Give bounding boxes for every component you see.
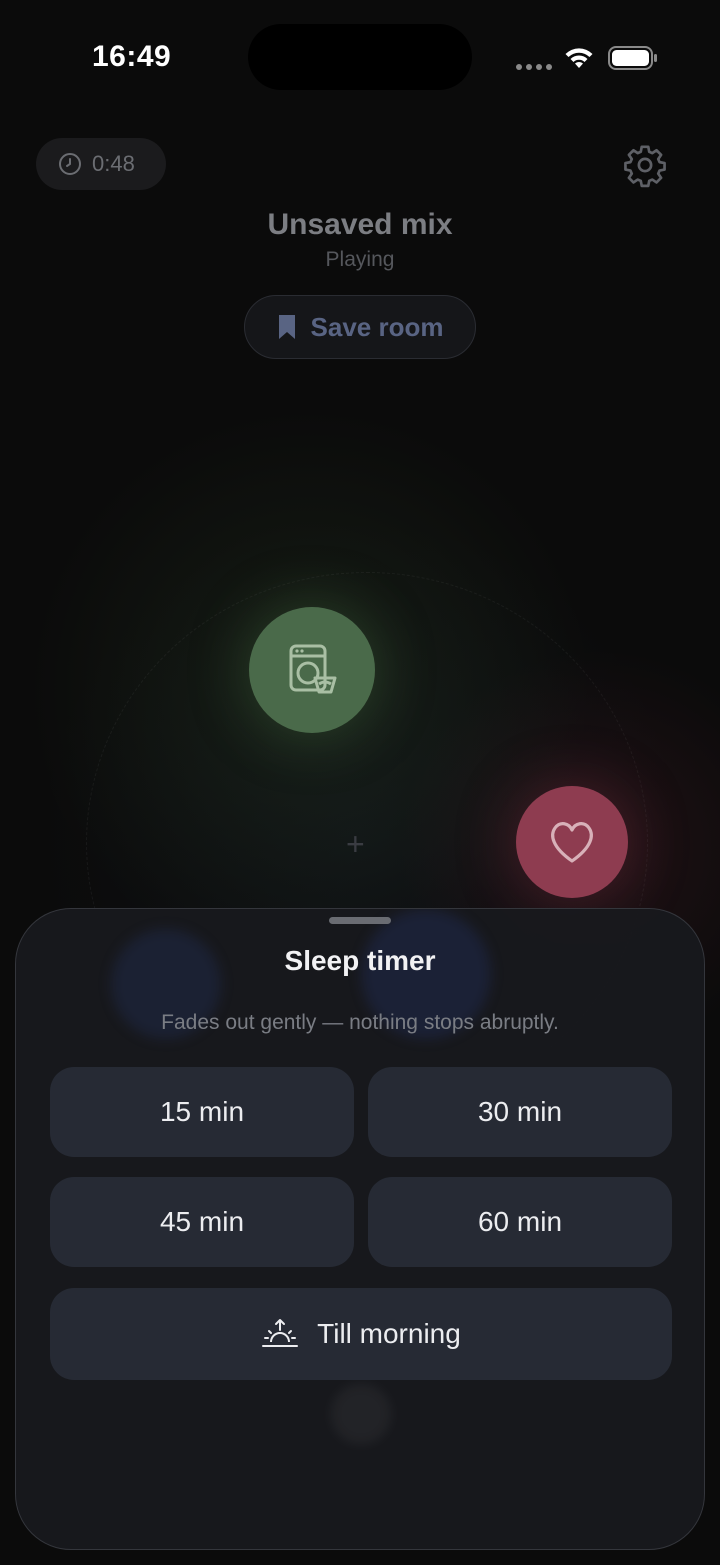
till-morning-label: Till morning: [317, 1318, 461, 1349]
gear-icon[interactable]: [622, 142, 668, 188]
sheet-title: Sleep timer: [284, 945, 436, 976]
sleep-timer-chip[interactable]: 0:48: [36, 138, 166, 190]
washing-machine-icon: [289, 644, 337, 694]
mix-status: Playing: [325, 248, 395, 271]
timer-option-15[interactable]: 15 min: [50, 1067, 354, 1157]
battery-icon: [608, 46, 657, 70]
save-room-button[interactable]: Save room: [244, 295, 476, 359]
sleep-timer-sheet: Sleep timer Fades out gently — nothing s…: [15, 908, 705, 1550]
washing-machine-orb[interactable]: [249, 607, 375, 733]
status-bar: 16:49: [0, 0, 720, 120]
dynamic-island: [248, 24, 472, 90]
timer-option-60[interactable]: 60 min: [368, 1177, 672, 1267]
sheet-grabber[interactable]: [329, 917, 391, 924]
heart-orb[interactable]: [516, 786, 628, 898]
heart-icon: [551, 822, 593, 863]
status-time: 16:49: [92, 40, 172, 73]
till-morning-button[interactable]: Till morning: [50, 1288, 672, 1380]
mix-title: Unsaved mix: [267, 208, 453, 241]
background-orb: [331, 1384, 391, 1444]
timer-option-45[interactable]: 45 min: [50, 1177, 354, 1267]
sunrise-icon: [262, 1319, 299, 1347]
sleep-app-screen: 16:49 0:48 Unsaved mix Playing Save room: [0, 0, 720, 1565]
clock-icon: [59, 153, 81, 175]
sheet-subtitle: Fades out gently — nothing stops abruptl…: [161, 1011, 559, 1034]
cellular-icon: [516, 64, 552, 70]
bookmark-icon: [278, 315, 295, 339]
timer-option-30[interactable]: 30 min: [368, 1067, 672, 1157]
save-room-label: Save room: [310, 311, 444, 342]
wifi-icon: [565, 48, 593, 68]
timer-remaining: 0:48: [92, 151, 135, 176]
add-sound-plus[interactable]: +: [346, 826, 365, 863]
